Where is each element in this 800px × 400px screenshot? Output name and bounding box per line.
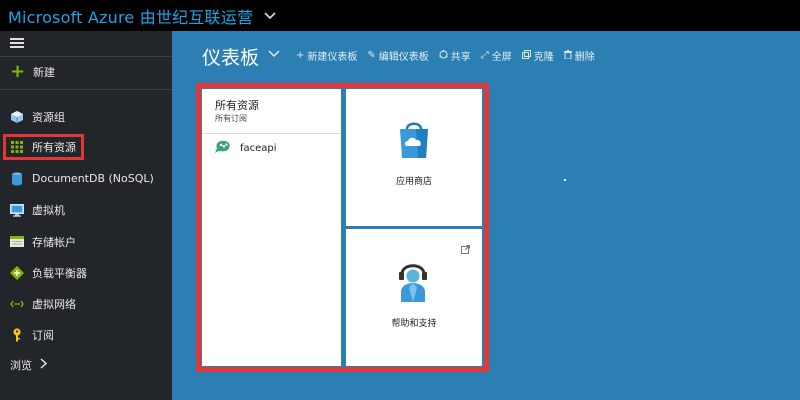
chevron-right-icon bbox=[40, 357, 48, 373]
delete-button[interactable]: 删除 bbox=[563, 48, 595, 63]
tile-label: 应用商店 bbox=[395, 177, 432, 187]
tile-subtitle: 所有订阅 bbox=[215, 114, 247, 123]
new-dashboard-label: 新建仪表板 bbox=[307, 52, 358, 63]
portal-title[interactable]: Microsoft Azure 由世纪互联运营 bbox=[8, 4, 253, 28]
sidebar-item-all-resources[interactable]: 所有资源 bbox=[3, 134, 84, 161]
fullscreen-label: 全屏 bbox=[491, 52, 512, 63]
resource-row-faceapi[interactable]: faceapi bbox=[214, 140, 277, 157]
resource-group-icon bbox=[10, 110, 24, 124]
dashboard-toolbar: + 新建仪表板 ✎ 编辑仪表板 共享 ⤢ 全屏 克隆 删除 bbox=[296, 48, 605, 63]
clone-icon bbox=[521, 49, 531, 62]
shopping-bag-icon bbox=[396, 119, 432, 163]
virtual-network-icon bbox=[10, 297, 24, 311]
chevron-down-icon[interactable] bbox=[263, 9, 277, 23]
highlighted-tiles-frame: 所有资源 所有订阅 faceapi 应用商店 帮助和支持 bbox=[196, 83, 489, 372]
sidebar-item-label: 存储帐户 bbox=[32, 235, 76, 249]
share-icon bbox=[439, 49, 448, 62]
new-dashboard-button[interactable]: + 新建仪表板 bbox=[296, 48, 357, 63]
plus-icon: + bbox=[10, 61, 26, 82]
sidebar-item-label: DocumentDB (NoSQL) bbox=[32, 172, 154, 186]
all-resources-tile[interactable]: 所有资源 所有订阅 faceapi bbox=[202, 89, 341, 366]
edit-dashboard-button[interactable]: ✎ 编辑仪表板 bbox=[367, 48, 428, 63]
sidebar-divider bbox=[0, 56, 172, 57]
sidebar-item-label: 资源组 bbox=[32, 110, 65, 124]
documentdb-icon bbox=[10, 172, 24, 186]
hamburger-menu-icon[interactable] bbox=[10, 38, 24, 48]
load-balancer-icon bbox=[10, 265, 24, 280]
top-bar: Microsoft Azure 由世纪互联运营 bbox=[0, 0, 800, 31]
grid-icon bbox=[10, 140, 24, 154]
sidebar-item-documentdb[interactable]: DocumentDB (NoSQL) bbox=[0, 163, 172, 194]
sidebar-item-virtual-networks[interactable]: 虚拟网络 bbox=[0, 288, 172, 319]
sidebar-item-load-balancers[interactable]: 负载平衡器 bbox=[0, 257, 172, 288]
sidebar-item-virtual-machines[interactable]: 虚拟机 bbox=[0, 195, 172, 226]
clone-button[interactable]: 克隆 bbox=[521, 48, 554, 63]
sidebar-item-label: 负载平衡器 bbox=[32, 266, 87, 280]
sidebar-item-storage-accounts[interactable]: 存储帐户 bbox=[0, 226, 172, 257]
tile-divider bbox=[202, 133, 341, 134]
page-title: 仪表板 bbox=[202, 47, 260, 69]
dashboard-area: 仪表板 + 新建仪表板 ✎ 编辑仪表板 共享 ⤢ 全屏 克隆 删除 所有资源 所… bbox=[172, 31, 800, 400]
share-button[interactable]: 共享 bbox=[439, 48, 471, 63]
delete-label: 删除 bbox=[574, 52, 595, 63]
plus-icon: + bbox=[296, 50, 305, 61]
sidebar-divider bbox=[0, 89, 172, 90]
sidebar-item-label: 订阅 bbox=[32, 329, 54, 343]
storage-icon bbox=[10, 235, 24, 249]
sidebar: + 新建 资源组 所有资源 DocumentDB (NoSQL) 虚拟机 存储帐… bbox=[0, 31, 172, 400]
key-icon bbox=[10, 328, 24, 342]
share-label: 共享 bbox=[450, 52, 471, 63]
virtual-machine-icon bbox=[10, 203, 24, 217]
expand-icon: ⤢ bbox=[480, 50, 489, 61]
sidebar-nav: 资源组 所有资源 DocumentDB (NoSQL) 虚拟机 存储帐户 负载平… bbox=[0, 101, 172, 351]
canvas-dot bbox=[564, 179, 566, 181]
sidebar-item-resource-groups[interactable]: 资源组 bbox=[0, 101, 172, 132]
tile-label: 帮助和支持 bbox=[391, 319, 437, 329]
external-link-icon[interactable] bbox=[461, 239, 470, 258]
sidebar-item-label: 所有资源 bbox=[32, 141, 76, 155]
help-person-icon bbox=[397, 262, 429, 306]
chevron-down-icon[interactable] bbox=[268, 45, 282, 59]
help-support-tile[interactable]: 帮助和支持 bbox=[346, 229, 482, 366]
new-button[interactable]: + 新建 bbox=[10, 61, 55, 82]
trash-icon bbox=[563, 49, 572, 62]
sidebar-item-subscriptions[interactable]: 订阅 bbox=[0, 320, 172, 351]
edit-dashboard-label: 编辑仪表板 bbox=[378, 52, 429, 63]
browse-label: 浏览 bbox=[10, 359, 32, 372]
resource-name: faceapi bbox=[240, 143, 277, 154]
sidebar-item-label: 虚拟机 bbox=[32, 204, 65, 218]
fullscreen-button[interactable]: ⤢ 全屏 bbox=[481, 48, 512, 63]
tile-title: 所有资源 bbox=[215, 99, 259, 112]
clone-label: 克隆 bbox=[533, 52, 554, 63]
marketplace-tile[interactable]: 应用商店 bbox=[346, 89, 482, 226]
new-label: 新建 bbox=[33, 66, 55, 79]
browse-button[interactable]: 浏览 bbox=[10, 357, 48, 373]
cognitive-services-icon bbox=[214, 140, 232, 157]
pencil-icon: ✎ bbox=[367, 50, 376, 61]
sidebar-item-label: 虚拟网络 bbox=[32, 298, 76, 312]
